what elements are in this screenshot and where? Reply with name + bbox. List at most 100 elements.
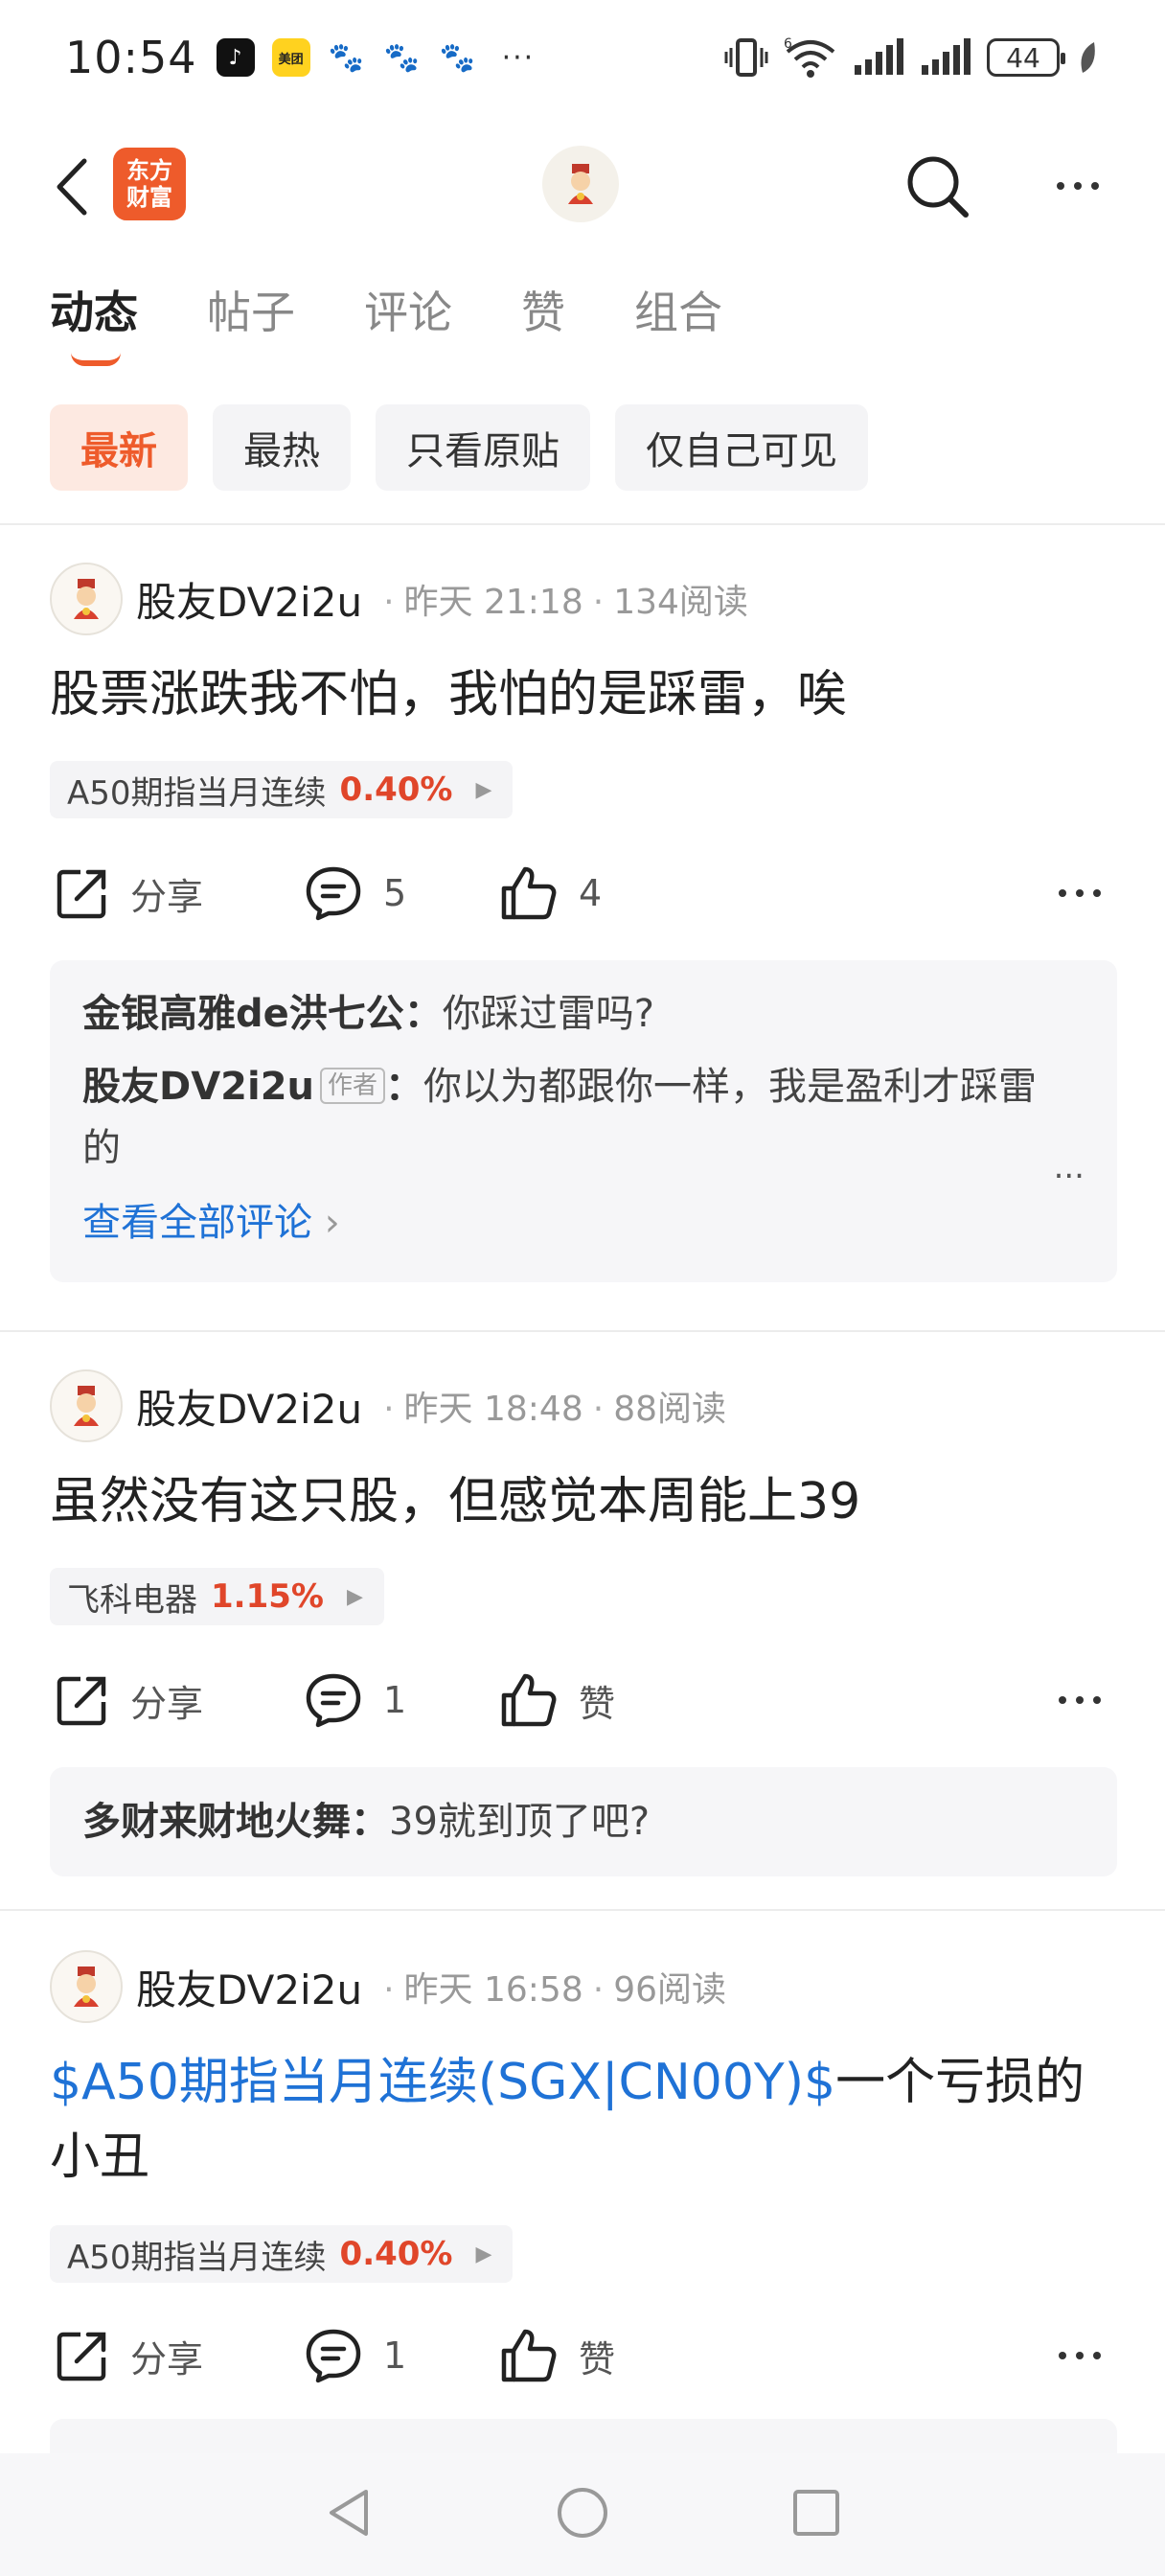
comment-preview[interactable]: 多财来财地火舞：39就到顶了吧? bbox=[50, 1767, 1117, 1876]
status-app-icons: ♪ 美团 🐾 🐾 🐾 ··· bbox=[216, 38, 536, 77]
tab-portfolio[interactable]: 组合 bbox=[634, 278, 722, 341]
stock-tag[interactable]: A50期指当月连续 0.40% ▶ bbox=[50, 761, 514, 818]
post-card[interactable]: 股友DV2i2u · 昨天 18:48 · 88阅读 虽然没有这只股，但感觉本周能上3… bbox=[0, 1368, 1165, 1876]
post-author[interactable]: 股友DV2i2u · 昨天 18:48 · 88阅读 bbox=[50, 1368, 726, 1443]
comment-item[interactable]: 多财来财地火舞：39就到顶了吧? bbox=[82, 1790, 1085, 1853]
nav-home-button[interactable] bbox=[556, 2486, 609, 2543]
comment-button[interactable]: 1 bbox=[305, 1662, 406, 1738]
user-avatar[interactable] bbox=[542, 146, 619, 222]
wifi-icon: 6 bbox=[784, 36, 835, 78]
battery-icon: 44 bbox=[987, 38, 1065, 77]
status-right: 6 44 bbox=[724, 36, 1100, 79]
profile-tabs: 动态 帖子 评论 赞 组合 bbox=[50, 278, 722, 366]
stock-name: A50期指当月连续 bbox=[67, 2238, 327, 2277]
comment-item[interactable]: 股友DV2i2u 作者 ：你以为都跟你一样，我是盈利才踩雷的 bbox=[82, 1056, 1085, 1179]
back-button[interactable] bbox=[46, 155, 103, 218]
comment-count: 1 bbox=[383, 1679, 407, 1721]
post-card[interactable]: 股友DV2i2u · 昨天 16:58 · 96阅读 $A50期指当月连续(SGX|C… bbox=[0, 1949, 1165, 2465]
stock-change: 0.40% bbox=[339, 2235, 453, 2273]
view-all-comments-link[interactable]: 查看全部评论 › bbox=[82, 1192, 1085, 1254]
comment-preview[interactable]: 金银高雅de洪七公：你踩过雷吗? 股友DV2i2u 作者 ：你以为都跟你一样，我是盈… bbox=[50, 960, 1117, 1282]
tab-posts[interactable]: 帖子 bbox=[207, 278, 295, 341]
tab-dynamic[interactable]: 动态 bbox=[50, 278, 138, 366]
stock-mention-link[interactable]: $A50期指当月连续(SGX|CN00Y)$ bbox=[50, 2054, 835, 2111]
commenter-name[interactable]: 多财来财地火舞 bbox=[82, 1800, 351, 1844]
like-count: 赞 bbox=[579, 2337, 616, 2380]
vibrate-icon bbox=[724, 38, 768, 77]
post-more-button[interactable] bbox=[1046, 1662, 1113, 1738]
comment-count: 5 bbox=[383, 872, 407, 914]
filter-original-only[interactable]: 只看原贴 bbox=[376, 404, 590, 491]
stock-change: 0.40% bbox=[339, 770, 453, 809]
post-reads: 88阅读 bbox=[613, 1390, 726, 1429]
more-dot-icon bbox=[1074, 182, 1082, 190]
comment-icon bbox=[306, 2329, 361, 2383]
post-actions: 分享 1 赞 bbox=[50, 1662, 1113, 1738]
post-card[interactable]: 股友DV2i2u · 昨天 21:18 · 134阅读 股票涨跌我不怕，我怕的是踩雷，… bbox=[0, 562, 1165, 1300]
svg-text:6: 6 bbox=[784, 36, 792, 52]
like-button[interactable]: 4 bbox=[500, 855, 602, 932]
share-icon bbox=[57, 869, 106, 919]
post-text[interactable]: $A50期指当月连续(SGX|CN00Y)$一个亏损的小丑 bbox=[50, 2045, 1113, 2195]
like-button[interactable]: 赞 bbox=[500, 1662, 615, 1738]
more-dot-icon bbox=[1093, 889, 1101, 897]
signal-icon bbox=[855, 38, 903, 75]
stock-tag[interactable]: A50期指当月连续 0.40% ▶ bbox=[50, 2225, 514, 2283]
commenter-name[interactable]: 金银高雅de洪七公 bbox=[82, 992, 404, 1036]
tab-likes[interactable]: 赞 bbox=[521, 278, 565, 341]
author-avatar[interactable] bbox=[50, 1950, 123, 2023]
filter-chips: 最新 最热 只看原贴 仅自己可见 bbox=[50, 404, 868, 491]
divider bbox=[0, 523, 1165, 525]
post-text[interactable]: 股票涨跌我不怕，我怕的是踩雷，唉 bbox=[50, 657, 1113, 732]
author-name[interactable]: 股友DV2i2u bbox=[136, 1377, 362, 1436]
post-meta: · 昨天 18:48 · 88阅读 bbox=[383, 1390, 726, 1429]
more-dot-icon bbox=[1093, 1696, 1101, 1704]
author-name[interactable]: 股友DV2i2u bbox=[136, 1958, 362, 2016]
more-menu-button[interactable] bbox=[1044, 159, 1111, 213]
stock-tag[interactable]: 飞科电器 1.15% ▶ bbox=[50, 1568, 384, 1625]
tab-comments[interactable]: 评论 bbox=[364, 278, 452, 341]
baidu-icon: 🐾 bbox=[383, 40, 421, 75]
comment-count: 1 bbox=[383, 2334, 407, 2377]
filter-private[interactable]: 仅自己可见 bbox=[615, 404, 868, 491]
comment-icon bbox=[306, 1673, 361, 1728]
system-nav-bar bbox=[0, 2453, 1165, 2576]
header: 东方 财富 bbox=[0, 134, 1165, 240]
chevron-right-icon: › bbox=[324, 1201, 340, 1245]
filter-hottest[interactable]: 最热 bbox=[213, 404, 351, 491]
thumbs-up-icon bbox=[501, 2329, 557, 2382]
post-more-button[interactable] bbox=[1046, 2317, 1113, 2394]
thumbs-up-icon bbox=[501, 866, 557, 920]
more-dot-icon bbox=[1093, 2352, 1101, 2359]
share-icon bbox=[57, 1676, 106, 1726]
caishen-avatar-icon bbox=[74, 1386, 99, 1426]
post-author[interactable]: 股友DV2i2u · 昨天 16:58 · 96阅读 bbox=[50, 1949, 726, 2024]
nav-back-button[interactable] bbox=[324, 2486, 374, 2543]
share-button[interactable]: 分享 bbox=[56, 855, 203, 932]
post-author[interactable]: 股友DV2i2u · 昨天 21:18 · 134阅读 bbox=[50, 562, 748, 636]
comment-item[interactable]: 金银高雅de洪七公：你踩过雷吗? bbox=[82, 983, 1085, 1045]
post-text[interactable]: 虽然没有这只股，但感觉本周能上39 bbox=[50, 1464, 1113, 1539]
post-more-button[interactable] bbox=[1046, 855, 1113, 932]
post-actions: 分享 1 赞 bbox=[50, 2317, 1113, 2394]
author-avatar[interactable] bbox=[50, 1369, 123, 1442]
filter-latest[interactable]: 最新 bbox=[50, 404, 188, 491]
more-dot-icon bbox=[1091, 182, 1099, 190]
play-arrow-icon: ▶ bbox=[346, 1584, 363, 1609]
commenter-name[interactable]: 股友DV2i2u bbox=[82, 1065, 314, 1109]
author-avatar[interactable] bbox=[50, 563, 123, 635]
caishen-avatar-icon bbox=[74, 1966, 99, 2007]
tiktok-icon: ♪ bbox=[216, 38, 255, 77]
share-button[interactable]: 分享 bbox=[56, 2317, 203, 2394]
brand-logo[interactable]: 东方 财富 bbox=[113, 148, 186, 220]
comment-button[interactable]: 5 bbox=[305, 855, 406, 932]
baidu-icon: 🐾 bbox=[328, 40, 365, 75]
author-name[interactable]: 股友DV2i2u bbox=[136, 570, 362, 629]
nav-recents-button[interactable] bbox=[791, 2488, 841, 2542]
search-button[interactable] bbox=[901, 150, 973, 222]
comment-button[interactable]: 1 bbox=[305, 2317, 406, 2394]
like-button[interactable]: 赞 bbox=[500, 2317, 615, 2394]
share-button[interactable]: 分享 bbox=[56, 1662, 203, 1738]
more-dot-icon bbox=[1059, 1696, 1066, 1704]
share-icon bbox=[57, 2332, 106, 2381]
